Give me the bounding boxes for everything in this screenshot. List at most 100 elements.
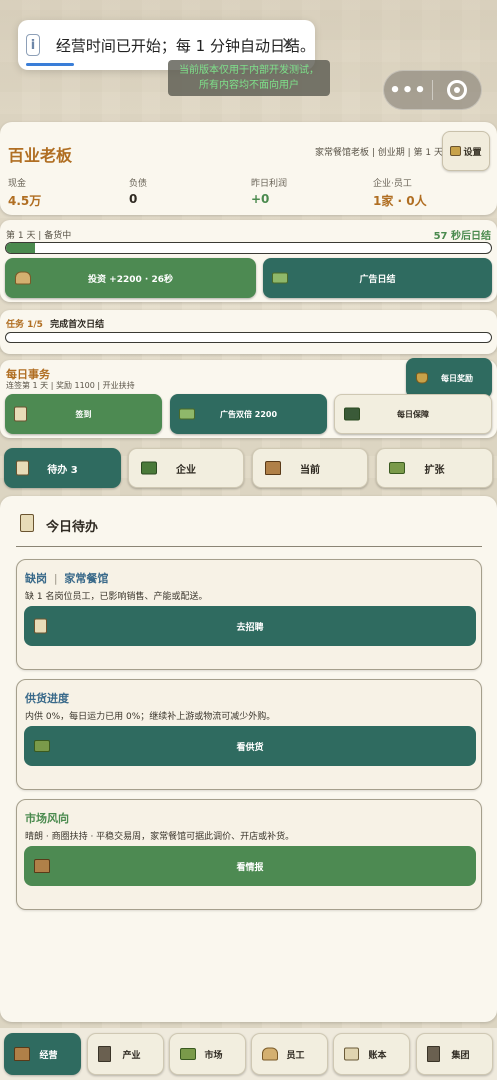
invest-button[interactable]: 投资 +2200 · 26秒 <box>5 258 256 298</box>
tab-label: 待办 3 <box>47 464 78 476</box>
nav-ledger[interactable]: 账本 <box>333 1033 410 1075</box>
nav-market[interactable]: 市场 <box>169 1033 246 1075</box>
clipboard-icon <box>20 514 34 532</box>
more-icon[interactable]: ••• <box>384 80 432 101</box>
info-icon: i <box>26 34 40 56</box>
nav-label: 员工 <box>286 1050 305 1061</box>
divider <box>16 546 482 547</box>
ad-double-button[interactable]: 广告双倍 2200 <box>170 394 327 434</box>
todo-card-staff: 缺岗 | 家常餐馆 缺 1 名岗位员工，已影响销售、产能或配送。 去招聘 <box>16 559 482 670</box>
card-title: 市场风向 <box>25 812 69 825</box>
ad-settle-label: 广告日结 <box>359 274 396 285</box>
market-icon <box>34 859 50 873</box>
stat-cash: 现金 4.5万 <box>8 176 41 209</box>
ad-settle-button[interactable]: 广告日结 <box>263 258 492 298</box>
safe-icon <box>344 407 360 421</box>
card-desc: 缺 1 名岗位员工，已影响销售、产能或配送。 <box>25 592 208 602</box>
stat-debt: 负债 0 <box>129 176 147 206</box>
mini-program-capsule: ••• <box>383 70 482 110</box>
day-status: 第 1 天 | 备货中 <box>6 231 72 241</box>
title-divider: | <box>53 572 58 585</box>
daily-reward-button[interactable]: 每日奖励 <box>406 358 492 398</box>
money-bag-icon <box>416 372 428 384</box>
briefcase-icon <box>141 461 157 475</box>
daily-meta: 连签第 1 天 | 奖励 1100 | 开业扶持 <box>6 381 135 390</box>
task-progress-bar <box>5 332 492 343</box>
checklist-icon <box>14 406 27 422</box>
nav-label: 集团 <box>451 1050 470 1061</box>
task-row: 任务 1/5 完成首次日结 <box>6 317 104 330</box>
recruit-button[interactable]: 去招聘 <box>24 606 476 646</box>
nav-operate[interactable]: 经营 <box>4 1033 81 1075</box>
industry-icon <box>98 1046 111 1062</box>
daily-guarantee-button[interactable]: 每日保障 <box>334 394 492 434</box>
todo-title: 今日待办 <box>46 520 99 535</box>
daily-guarantee-label: 每日保障 <box>397 409 429 419</box>
settings-button[interactable]: 设置 <box>442 131 490 171</box>
money-icon <box>179 408 195 420</box>
investor-icon <box>15 271 31 285</box>
invest-label: 投资 +2200 · 26秒 <box>88 274 173 285</box>
tab-todo[interactable]: 待办 3 <box>4 448 121 488</box>
tab-label: 企业 <box>176 464 196 476</box>
close-icon[interactable]: × <box>281 33 295 53</box>
nav-label: 产业 <box>122 1050 141 1061</box>
header-meta: 家常餐馆老板 | 创业期 | 第 1 天 <box>315 148 443 158</box>
nav-label: 经营 <box>39 1050 58 1061</box>
settings-icon <box>450 146 462 156</box>
stat-value: 1家 · 0人 <box>373 194 427 208</box>
app-title: 百业老板 <box>8 146 73 165</box>
nav-industry[interactable]: 产业 <box>87 1033 164 1075</box>
shop-icon <box>265 461 281 475</box>
tab-current[interactable]: 当前 <box>252 448 368 488</box>
ledger-icon <box>344 1047 359 1061</box>
card-title: 缺岗 | 家常餐馆 <box>25 570 108 586</box>
card-desc: 内供 0%，每日运力已用 0%；继续补上游或物流可减少外购。 <box>25 712 276 722</box>
group-building-icon <box>427 1046 440 1062</box>
store-icon <box>14 1047 30 1061</box>
nav-label: 账本 <box>368 1050 387 1061</box>
view-supply-label: 看供货 <box>236 742 264 753</box>
dev-notice-line2: 所有内容均不面向用户 <box>199 80 299 91</box>
stat-label: 企业·员工 <box>373 179 412 189</box>
card-title-secondary: 家常餐馆 <box>64 572 109 585</box>
day-progress-bar <box>5 242 492 254</box>
view-intel-label: 看情报 <box>236 862 264 873</box>
stat-label: 负债 <box>129 179 148 189</box>
todo-card-market: 市场风向 晴朗 · 商圈扶持 · 平稳交易周，家常餐馆可据此调价、开店或补货。 … <box>16 799 482 910</box>
toast-text: 经营时间已开始；每 1 分钟自动日结。 <box>55 36 315 55</box>
daily-reward-label: 每日奖励 <box>441 373 473 383</box>
ad-double-label: 广告双倍 2200 <box>219 409 278 419</box>
card-title: 供货进度 <box>25 692 69 705</box>
stat-value: 0 <box>129 192 138 206</box>
card-desc: 晴朗 · 商圈扶持 · 平稳交易周，家常餐馆可据此调价、开店或补货。 <box>25 832 295 842</box>
card-title-primary: 缺岗 <box>25 572 47 585</box>
stat-label: 现金 <box>8 179 27 189</box>
view-supply-button[interactable]: 看供货 <box>24 726 476 766</box>
tab-label: 当前 <box>300 464 320 476</box>
stat-profit: 昨日利润 +0 <box>251 176 287 206</box>
recruit-label: 去招聘 <box>236 622 264 633</box>
clipboard-icon <box>16 460 29 476</box>
checkin-label: 签到 <box>75 409 92 419</box>
checkin-button[interactable]: 签到 <box>5 394 162 434</box>
nav-staff[interactable]: 员工 <box>251 1033 328 1075</box>
tab-expand[interactable]: 扩张 <box>376 448 493 488</box>
stat-business-staff: 企业·员工 1家 · 0人 <box>373 176 427 209</box>
nav-group[interactable]: 集团 <box>416 1033 493 1075</box>
staff-icon <box>262 1047 278 1061</box>
stat-value: +0 <box>251 192 270 206</box>
dev-notice-line1: 当前版本仅用于内部开发测试， <box>179 65 319 76</box>
market-icon <box>180 1048 196 1060</box>
close-circle-icon[interactable] <box>433 80 481 100</box>
supply-cart-icon <box>34 740 50 752</box>
settings-label: 设置 <box>463 147 482 158</box>
view-intel-button[interactable]: 看情报 <box>24 846 476 886</box>
tab-enterprise[interactable]: 企业 <box>128 448 244 488</box>
tab-label: 扩张 <box>424 464 445 476</box>
stat-label: 昨日利润 <box>251 179 288 189</box>
dev-notice: 当前版本仅用于内部开发测试， 所有内容均不面向用户 <box>168 60 330 96</box>
task-tag: 任务 1/5 <box>6 320 43 330</box>
nav-label: 市场 <box>204 1050 223 1061</box>
recruit-icon <box>34 618 47 634</box>
